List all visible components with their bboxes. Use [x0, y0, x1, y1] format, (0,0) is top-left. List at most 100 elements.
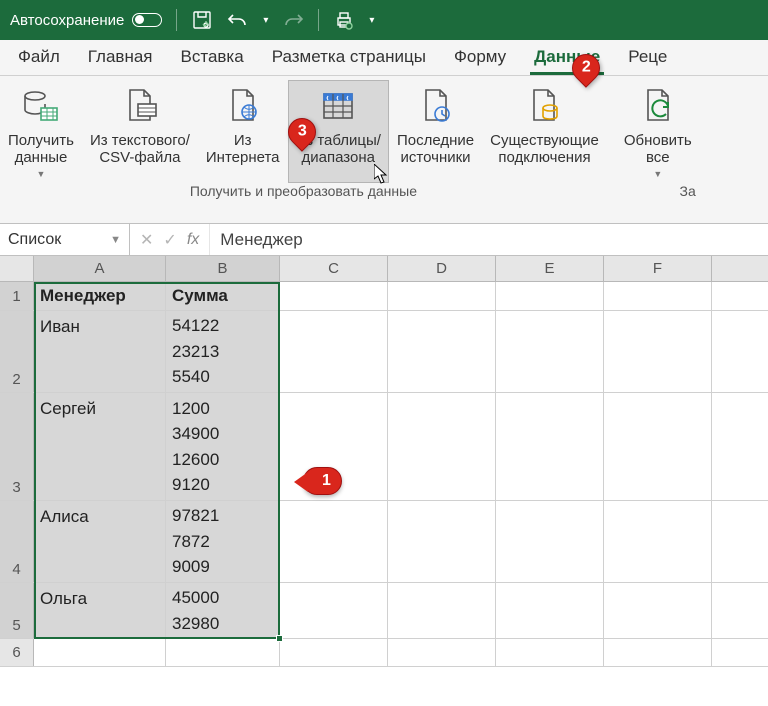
formula-value: Менеджер	[220, 230, 302, 250]
cell[interactable]: 9782178729009	[166, 501, 280, 582]
refresh-icon	[638, 86, 678, 126]
tab-formulas[interactable]: Форму	[450, 41, 510, 75]
cell[interactable]	[388, 282, 496, 310]
cell[interactable]	[496, 282, 604, 310]
button-label: Получить данные	[8, 132, 74, 167]
tab-home[interactable]: Главная	[84, 41, 157, 75]
tab-insert[interactable]: Вставка	[177, 41, 248, 75]
confirm-icon[interactable]: ✓	[163, 230, 176, 250]
button-label: Из Интернета	[206, 132, 280, 167]
ribbon: Получить данные ▼ Из текстового/ CSV-фай…	[0, 76, 768, 224]
formula-bar-buttons: ✕ ✓ fx	[130, 224, 210, 255]
cell[interactable]	[496, 639, 604, 666]
tab-layout[interactable]: Разметка страницы	[268, 41, 430, 75]
fx-icon[interactable]: fx	[187, 231, 199, 249]
cell[interactable]	[496, 311, 604, 392]
table-icon	[318, 86, 358, 126]
cell[interactable]	[496, 393, 604, 500]
cell[interactable]	[388, 501, 496, 582]
print-icon[interactable]	[333, 9, 355, 31]
cell[interactable]	[388, 583, 496, 638]
save-icon[interactable]	[191, 9, 213, 31]
tab-review[interactable]: Реце	[624, 41, 671, 75]
cell[interactable]: 54122232135540	[166, 311, 280, 392]
recent-sources-button[interactable]: Последние источники	[389, 80, 482, 183]
select-all-corner[interactable]	[0, 256, 34, 281]
name-box[interactable]: Список ▼	[0, 224, 130, 255]
cell[interactable]: Менеджер	[34, 282, 166, 310]
existing-connections-button[interactable]: Существующие подключения	[482, 80, 607, 183]
file-csv-icon	[120, 86, 160, 126]
undo-icon[interactable]	[227, 9, 249, 31]
column-header[interactable]: D	[388, 256, 496, 281]
ribbon-group-label: Получить и преобразовать данные	[190, 183, 417, 203]
worksheet-grid[interactable]: A B C D E F 1 Менеджер Сумма 2 Иван 5412…	[0, 256, 768, 706]
formula-bar: Список ▼ ✕ ✓ fx Менеджер	[0, 224, 768, 256]
name-box-value: Список	[8, 231, 61, 249]
qat-dropdown-icon[interactable]: ▾	[369, 15, 374, 26]
cell[interactable]	[604, 583, 712, 638]
dropdown-icon[interactable]: ▼	[110, 234, 121, 246]
cell[interactable]: Иван	[34, 311, 166, 392]
row-header[interactable]: 3	[0, 393, 34, 500]
cell[interactable]	[604, 501, 712, 582]
redo-icon[interactable]	[282, 9, 304, 31]
column-header[interactable]: B	[166, 256, 280, 281]
cell[interactable]	[280, 639, 388, 666]
cancel-icon[interactable]: ✕	[140, 230, 153, 250]
cell[interactable]	[280, 583, 388, 638]
cell[interactable]	[604, 393, 712, 500]
formula-input[interactable]: Менеджер	[210, 224, 768, 255]
cell[interactable]	[34, 639, 166, 666]
cell[interactable]	[280, 282, 388, 310]
row-header[interactable]: 5	[0, 583, 34, 638]
column-header[interactable]: A	[34, 256, 166, 281]
cell[interactable]	[604, 282, 712, 310]
get-data-button[interactable]: Получить данные ▼	[0, 80, 82, 183]
cell[interactable]: Сумма	[166, 282, 280, 310]
cell[interactable]	[166, 639, 280, 666]
cell[interactable]	[496, 501, 604, 582]
column-header[interactable]: F	[604, 256, 712, 281]
cell[interactable]: 120034900126009120	[166, 393, 280, 500]
from-web-button[interactable]: Из Интернета	[198, 80, 288, 183]
get-data-icon	[21, 86, 61, 126]
row-header[interactable]: 4	[0, 501, 34, 582]
cell[interactable]: 4500032980	[166, 583, 280, 638]
row-header[interactable]: 6	[0, 639, 34, 666]
button-label: Существующие подключения	[490, 132, 599, 167]
dropdown-icon: ▼	[37, 169, 46, 179]
column-header[interactable]: E	[496, 256, 604, 281]
undo-dropdown-icon[interactable]: ▾	[263, 15, 268, 26]
cell[interactable]	[496, 583, 604, 638]
cell[interactable]	[388, 311, 496, 392]
cell[interactable]: Сергей	[34, 393, 166, 500]
separator	[176, 9, 177, 31]
cell[interactable]	[604, 311, 712, 392]
cell[interactable]	[388, 393, 496, 500]
cell[interactable]	[280, 501, 388, 582]
separator	[318, 9, 319, 31]
column-header[interactable]: C	[280, 256, 388, 281]
dropdown-icon: ▼	[653, 169, 662, 179]
button-label: Из текстового/ CSV-файла	[90, 132, 190, 167]
cell[interactable]	[388, 639, 496, 666]
autosave-toggle[interactable]: Автосохранение	[10, 12, 162, 29]
selection-handle[interactable]	[276, 635, 283, 642]
toggle-off-icon	[132, 13, 162, 27]
connections-icon	[524, 86, 564, 126]
from-csv-button[interactable]: Из текстового/ CSV-файла	[82, 80, 198, 183]
callout-1: 1	[303, 467, 342, 495]
ribbon-group-label-frag: За	[616, 183, 700, 203]
refresh-all-button[interactable]: Обновить все ▼	[616, 80, 700, 183]
cell[interactable]: Алиса	[34, 501, 166, 582]
cell[interactable]: Ольга	[34, 583, 166, 638]
autosave-label: Автосохранение	[10, 12, 124, 29]
row-header[interactable]: 2	[0, 311, 34, 392]
tab-file[interactable]: Файл	[14, 41, 64, 75]
recent-icon	[416, 86, 456, 126]
row-header[interactable]: 1	[0, 282, 34, 310]
file-web-icon	[223, 86, 263, 126]
cell[interactable]	[280, 311, 388, 392]
cell[interactable]	[604, 639, 712, 666]
